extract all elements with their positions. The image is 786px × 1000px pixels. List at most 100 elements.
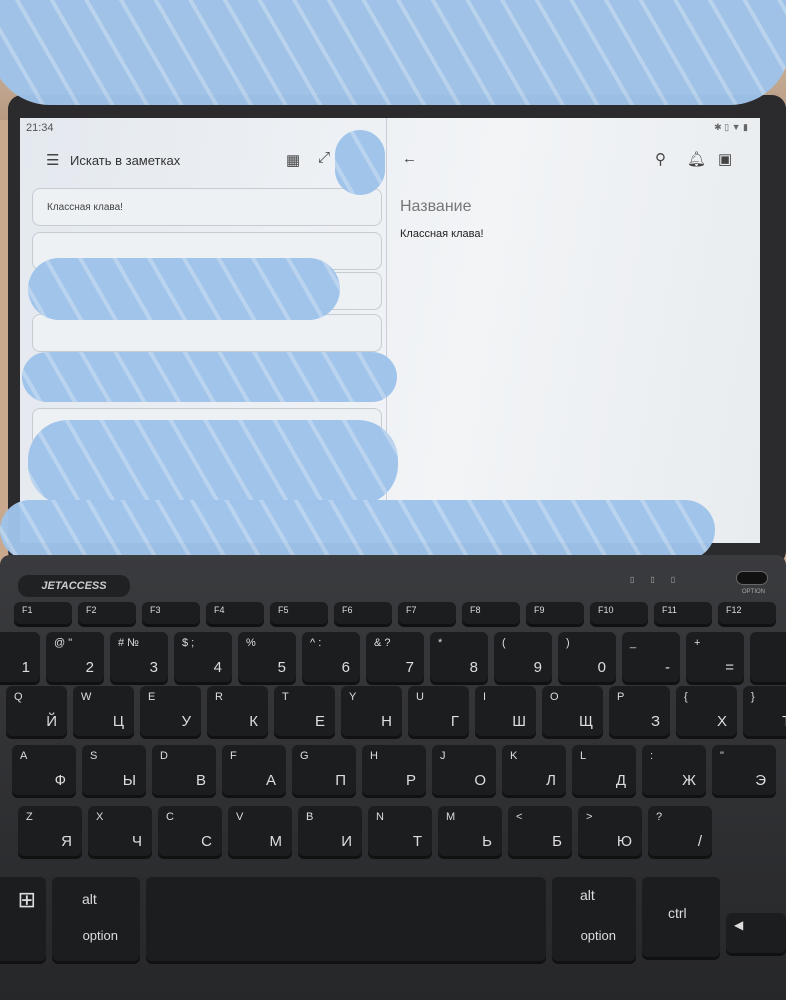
key--8[interactable]: (9 [494, 632, 552, 682]
key-f6[interactable]: F6 [334, 602, 392, 624]
key-f5[interactable]: F5 [270, 602, 328, 624]
privacy-scribble [28, 420, 398, 505]
key--7[interactable]: < Б [508, 806, 572, 856]
key-f10[interactable]: F10 [590, 602, 648, 624]
key--4[interactable]: % 5 [238, 632, 296, 682]
key-legend-cyrillic: С [201, 833, 212, 850]
key-I-7[interactable]: IШ [475, 686, 536, 736]
key-B-4[interactable]: BИ [298, 806, 362, 856]
key--11[interactable]: + = [686, 632, 744, 682]
key-X-1[interactable]: XЧ [88, 806, 152, 856]
key-f12[interactable]: F12 [718, 602, 776, 624]
key-legend: M [446, 811, 456, 823]
key-S-1[interactable]: SЫ [82, 745, 146, 795]
key-P-9[interactable]: PЗ [609, 686, 670, 736]
space-key[interactable] [146, 877, 546, 961]
key--6[interactable]: & ? 7 [366, 632, 424, 682]
key--8[interactable]: > Ю [578, 806, 642, 856]
key-V-3[interactable]: VМ [228, 806, 292, 856]
key-f2[interactable]: F2 [78, 602, 136, 624]
key--9[interactable]: ? / [648, 806, 712, 856]
key-legend: F10 [598, 605, 614, 615]
key-legend: U [416, 691, 424, 703]
key--9[interactable]: :Ж [642, 745, 706, 795]
key-O-8[interactable]: OЩ [542, 686, 603, 736]
key-legend: F [230, 750, 237, 762]
key-U-6[interactable]: UГ [408, 686, 469, 736]
key-legend-cyrillic: Ь [482, 833, 492, 850]
pin-icon[interactable]: ⚲ [655, 150, 666, 168]
key--9[interactable]: ) 0 [558, 632, 616, 682]
key-W-1[interactable]: WЦ [73, 686, 134, 736]
key-Q-0[interactable]: QЙ [6, 686, 67, 736]
key--7[interactable]: * 8 [430, 632, 488, 682]
key-legend-cyrillic: - [665, 659, 670, 676]
key--5[interactable]: ^ : 6 [302, 632, 360, 682]
key--10[interactable]: _ - [622, 632, 680, 682]
key-J-6[interactable]: JО [432, 745, 496, 795]
key-H-5[interactable]: HР [362, 745, 426, 795]
key-legend-cyrillic: Н [381, 713, 392, 730]
key-legend: G [300, 750, 309, 762]
search-input[interactable]: Искать в заметках [70, 153, 180, 168]
ctrl-key[interactable]: ctrl [642, 877, 720, 957]
key-legend-cyrillic: 0 [597, 659, 606, 676]
windows-key[interactable]: ⊞ [0, 877, 46, 961]
key-f11[interactable]: F11 [654, 602, 712, 624]
expand-icon[interactable]: ⤢ [318, 149, 330, 166]
key-legend-cyrillic: Х [716, 713, 727, 730]
key-legend: H [370, 750, 378, 762]
key-E-2[interactable]: EУ [140, 686, 201, 736]
key-f8[interactable]: F8 [462, 602, 520, 624]
key--3[interactable]: $ ; 4 [174, 632, 232, 682]
key-legend: Y [349, 691, 357, 703]
key-f1[interactable]: F1 [14, 602, 72, 624]
key-legend-cyrillic: Я [61, 833, 72, 850]
key--10[interactable]: {Х [676, 686, 737, 736]
back-arrow-icon[interactable]: ← [402, 150, 417, 167]
key-R-3[interactable]: RК [207, 686, 268, 736]
key--0[interactable]: !1 [0, 632, 40, 682]
key-T-4[interactable]: TЕ [274, 686, 335, 736]
key--1[interactable]: @ " 2 [46, 632, 104, 682]
key--11[interactable]: }Ъ [743, 686, 786, 736]
menu-icon[interactable]: ☰ [46, 151, 59, 169]
key-Y-5[interactable]: YН [341, 686, 402, 736]
archive-icon[interactable]: ▣ [718, 150, 732, 168]
key-legend-cyrillic: Щ [578, 713, 593, 730]
key-G-4[interactable]: GП [292, 745, 356, 795]
key-K-7[interactable]: KЛ [502, 745, 566, 795]
alt-option-key-left[interactable]: alt option [52, 877, 140, 961]
key-L-8[interactable]: LД [572, 745, 636, 795]
key-legend-cyrillic: Г [450, 713, 459, 730]
key--2[interactable]: # № 3 [110, 632, 168, 682]
key-N-5[interactable]: NТ [368, 806, 432, 856]
key-D-2[interactable]: DВ [152, 745, 216, 795]
backspace-key[interactable] [750, 632, 786, 682]
option-switch[interactable] [736, 571, 768, 585]
key-F-3[interactable]: FА [222, 745, 286, 795]
key--10[interactable]: " Э [712, 745, 776, 795]
key-legend: _ [630, 637, 637, 649]
key-A-0[interactable]: AФ [12, 745, 76, 795]
reminder-icon[interactable]: 🔔︎ [687, 150, 706, 168]
key-legend: ? [656, 811, 663, 823]
grid-view-icon[interactable]: ▦ [286, 151, 300, 169]
key-f3[interactable]: F3 [142, 602, 200, 624]
arrow-left-icon: ◀ [734, 918, 744, 932]
note-body-field[interactable]: Классная клава! [400, 228, 484, 240]
arrow-left-key[interactable]: ◀ [726, 913, 786, 953]
privacy-scribble [22, 352, 397, 402]
key-legend-cyrillic: 8 [469, 659, 478, 676]
key-f4[interactable]: F4 [206, 602, 264, 624]
alt-option-key-right[interactable]: alt option [552, 877, 636, 961]
key-C-2[interactable]: CС [158, 806, 222, 856]
key-M-6[interactable]: MЬ [438, 806, 502, 856]
key-f7[interactable]: F7 [398, 602, 456, 624]
key-Z-0[interactable]: ZЯ [18, 806, 82, 856]
note-card[interactable]: Классная клава! [32, 188, 382, 226]
key-legend: I [483, 691, 487, 703]
key-legend-cyrillic: К [249, 713, 258, 730]
note-title-field[interactable]: Название [400, 198, 472, 216]
key-f9[interactable]: F9 [526, 602, 584, 624]
